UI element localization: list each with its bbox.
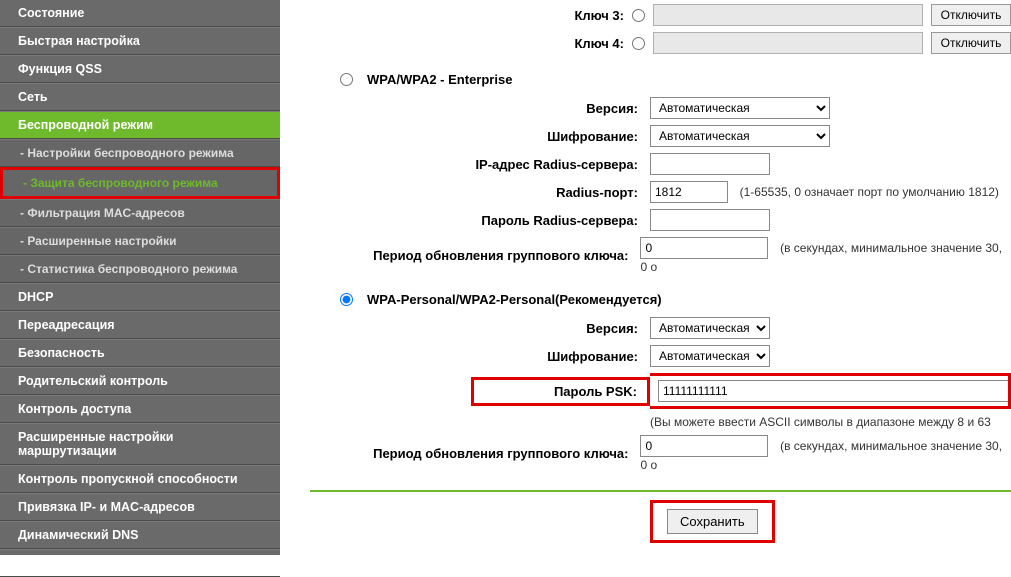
personal-section: WPA-Personal/WPA2-Personal(Рекомендуется… (310, 292, 1011, 472)
divider (310, 490, 1011, 492)
save-button[interactable]: Сохранить (667, 509, 758, 534)
pers-group-key-input[interactable] (640, 435, 768, 457)
key4-row: Ключ 4: Отключить (310, 32, 1011, 54)
ent-radius-port-hint: (1-65535, 0 означает порт по умолчанию 1… (740, 185, 999, 199)
nav-sub-item[interactable]: - Фильтрация MAC-адресов (0, 199, 280, 227)
enterprise-radio[interactable] (340, 73, 353, 86)
key4-label: Ключ 4: (574, 36, 624, 51)
pers-encryption-label: Шифрование: (310, 349, 650, 364)
ent-group-key-label: Период обновления группового ключа: (310, 248, 640, 263)
nav-item[interactable]: Безопасность (0, 339, 280, 367)
save-highlight: Сохранить (650, 500, 775, 543)
nav-item[interactable]: Переадресация (0, 311, 280, 339)
key3-input (653, 4, 923, 26)
personal-radio[interactable] (340, 293, 353, 306)
ent-encryption-label: Шифрование: (310, 129, 650, 144)
key3-disable-button[interactable]: Отключить (931, 4, 1011, 26)
pers-encryption-select[interactable]: Автоматическая (650, 345, 770, 367)
nav-item[interactable]: Состояние (0, 0, 280, 27)
ent-radius-ip-input[interactable] (650, 153, 770, 175)
nav-item[interactable]: Системные инструменты (0, 549, 280, 577)
nav-item[interactable]: Привязка IP- и MAC-адресов (0, 493, 280, 521)
ent-version-label: Версия: (310, 101, 650, 116)
pers-version-select[interactable]: Автоматическая (650, 317, 770, 339)
ent-group-key-input[interactable] (640, 237, 768, 259)
ent-radius-ip-label: IP-адрес Radius-сервера: (310, 157, 650, 172)
nav-sub-item[interactable]: - Настройки беспроводного режима (0, 139, 280, 167)
nav-sub-item[interactable]: - Статистика беспроводного режима (0, 255, 280, 283)
nav-item[interactable]: Беспроводной режим (0, 111, 280, 139)
nav-item[interactable]: Динамический DNS (0, 521, 280, 549)
key3-radio[interactable] (632, 9, 645, 22)
pers-group-key-label: Период обновления группового ключа: (310, 446, 640, 461)
content-panel: Ключ 3: Отключить Ключ 4: Отключить WPA/… (280, 0, 1011, 555)
key4-disable-button[interactable]: Отключить (931, 32, 1011, 54)
nav-item[interactable]: Контроль пропускной способности (0, 465, 280, 493)
ent-radius-pass-input[interactable] (650, 209, 770, 231)
ent-radius-port-label: Radius-порт: (310, 185, 650, 200)
nav-item[interactable]: DHCP (0, 283, 280, 311)
key4-input (653, 32, 923, 54)
key4-radio[interactable] (632, 37, 645, 50)
key3-row: Ключ 3: Отключить (310, 4, 1011, 26)
pers-psk-hint: (Вы можете ввести ASCII символы в диапаз… (650, 415, 991, 429)
nav-sub-item[interactable]: - Расширенные настройки (0, 227, 280, 255)
nav-item[interactable]: Расширенные настройки маршрутизации (0, 423, 280, 465)
nav-item[interactable]: Контроль доступа (0, 395, 280, 423)
sidebar: СостояниеБыстрая настройкаФункция QSSСет… (0, 0, 280, 555)
ent-radius-pass-label: Пароль Radius-сервера: (310, 213, 650, 228)
enterprise-title: WPA/WPA2 - Enterprise (367, 72, 512, 87)
nav-item[interactable]: Сеть (0, 83, 280, 111)
pers-version-label: Версия: (310, 321, 650, 336)
personal-title: WPA-Personal/WPA2-Personal(Рекомендуется… (367, 292, 662, 307)
ent-encryption-select[interactable]: Автоматическая (650, 125, 830, 147)
key3-label: Ключ 3: (574, 8, 624, 23)
ent-version-select[interactable]: Автоматическая (650, 97, 830, 119)
pers-psk-label: Пароль PSK: (471, 377, 650, 406)
enterprise-section: WPA/WPA2 - Enterprise Версия: Автоматиче… (310, 72, 1011, 274)
nav-sub-item[interactable]: - Защита беспроводного режима (0, 167, 280, 199)
nav-item[interactable]: Функция QSS (0, 55, 280, 83)
nav-item[interactable]: Быстрая настройка (0, 27, 280, 55)
nav-item[interactable]: Родительский контроль (0, 367, 280, 395)
pers-psk-input[interactable] (658, 380, 1008, 402)
ent-radius-port-input[interactable] (650, 181, 728, 203)
